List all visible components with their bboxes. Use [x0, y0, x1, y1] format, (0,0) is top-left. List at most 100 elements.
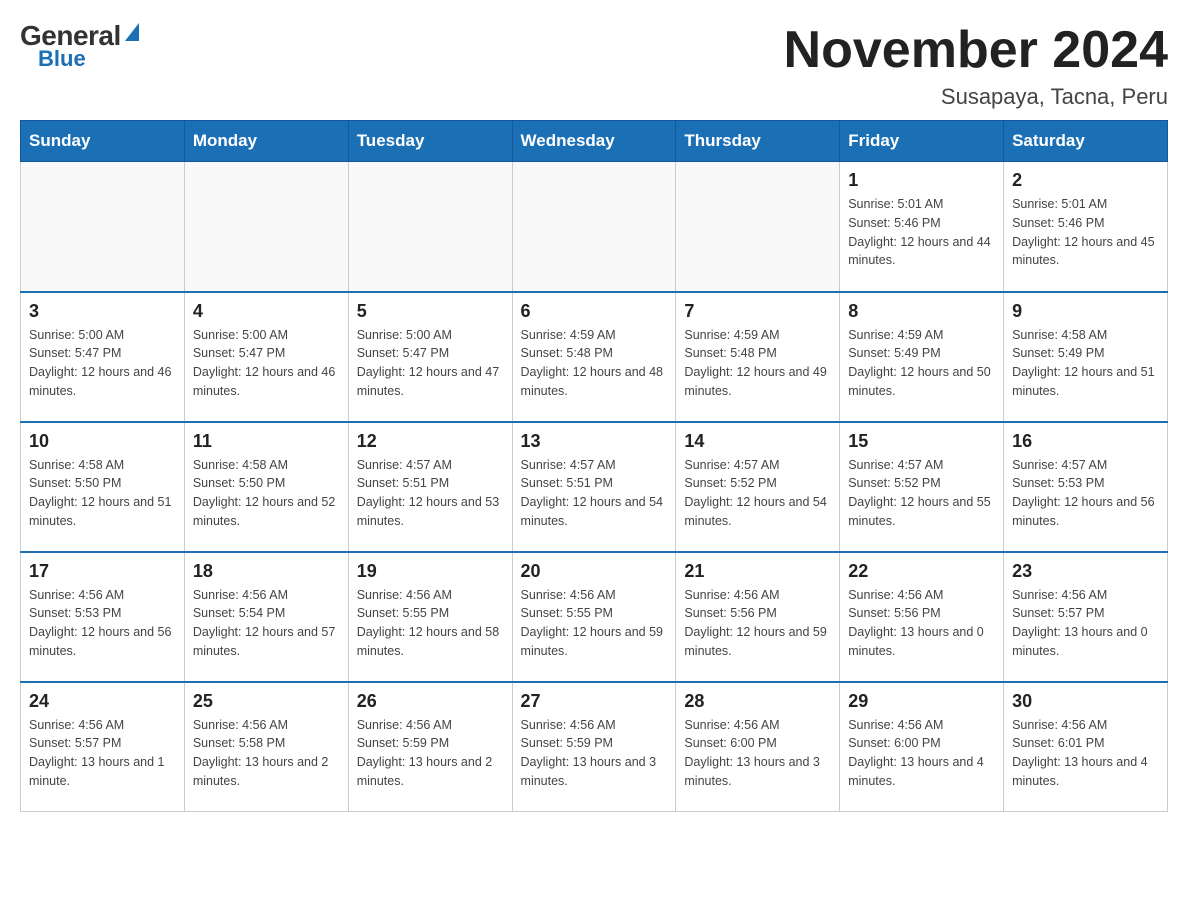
calendar-cell: 23 Sunrise: 4:56 AMSunset: 5:57 PMDayligh… [1004, 552, 1168, 682]
calendar-cell: 12 Sunrise: 4:57 AMSunset: 5:51 PMDayligh… [348, 422, 512, 552]
day-info: Sunrise: 5:00 AMSunset: 5:47 PMDaylight:… [357, 326, 504, 401]
calendar-cell: 2Sunrise: 5:01 AMSunset: 5:46 PMDaylight… [1004, 162, 1168, 292]
day-info: Sunrise: 4:57 AMSunset: 5:52 PMDaylight:… [684, 456, 831, 531]
day-number: 24 [29, 691, 176, 712]
day-number: 22 [848, 561, 995, 582]
day-number: 5 [357, 301, 504, 322]
day-info: Sunrise: 4:57 AMSunset: 5:52 PMDaylight:… [848, 456, 995, 531]
calendar-cell [348, 162, 512, 292]
logo: General Blue [20, 20, 139, 72]
day-number: 8 [848, 301, 995, 322]
column-header-tuesday: Tuesday [348, 121, 512, 162]
day-number: 17 [29, 561, 176, 582]
calendar-week-row: 3 Sunrise: 5:00 AMSunset: 5:47 PMDaylight… [21, 292, 1168, 422]
day-number: 14 [684, 431, 831, 452]
day-number: 6 [521, 301, 668, 322]
calendar-cell: 30 Sunrise: 4:56 AMSunset: 6:01 PMDayligh… [1004, 682, 1168, 812]
column-header-thursday: Thursday [676, 121, 840, 162]
day-number: 20 [521, 561, 668, 582]
logo-blue-text: Blue [38, 46, 86, 72]
calendar-cell: 8 Sunrise: 4:59 AMSunset: 5:49 PMDaylight… [840, 292, 1004, 422]
day-number: 1 [848, 170, 995, 191]
calendar-cell: 28Sunrise: 4:56 AMSunset: 6:00 PMDayligh… [676, 682, 840, 812]
day-number: 30 [1012, 691, 1159, 712]
calendar-cell: 15 Sunrise: 4:57 AMSunset: 5:52 PMDayligh… [840, 422, 1004, 552]
day-info: Sunrise: 4:59 AMSunset: 5:48 PMDaylight:… [684, 326, 831, 401]
day-info: Sunrise: 4:56 AMSunset: 5:59 PMDaylight:… [521, 716, 668, 791]
day-number: 18 [193, 561, 340, 582]
day-info: Sunrise: 4:56 AMSunset: 5:59 PMDaylight:… [357, 716, 504, 791]
day-number: 19 [357, 561, 504, 582]
title-section: November 2024 Susapaya, Tacna, Peru [784, 20, 1168, 110]
calendar-cell: 6 Sunrise: 4:59 AMSunset: 5:48 PMDaylight… [512, 292, 676, 422]
calendar-cell: 3 Sunrise: 5:00 AMSunset: 5:47 PMDaylight… [21, 292, 185, 422]
day-info: Sunrise: 4:56 AMSunset: 5:54 PMDaylight:… [193, 586, 340, 661]
calendar-cell: 7 Sunrise: 4:59 AMSunset: 5:48 PMDaylight… [676, 292, 840, 422]
calendar-cell [21, 162, 185, 292]
calendar-cell: 26 Sunrise: 4:56 AMSunset: 5:59 PMDayligh… [348, 682, 512, 812]
day-info: Sunrise: 4:59 AMSunset: 5:49 PMDaylight:… [848, 326, 995, 401]
logo-triangle-icon [125, 23, 139, 41]
calendar-week-row: 1 Sunrise: 5:01 AMSunset: 5:46 PMDaylight… [21, 162, 1168, 292]
day-info: Sunrise: 4:56 AMSunset: 5:57 PMDaylight:… [1012, 586, 1159, 661]
day-number: 28 [684, 691, 831, 712]
calendar-cell: 19 Sunrise: 4:56 AMSunset: 5:55 PMDayligh… [348, 552, 512, 682]
calendar-cell: 21 Sunrise: 4:56 AMSunset: 5:56 PMDayligh… [676, 552, 840, 682]
day-info: Sunrise: 4:56 AMSunset: 5:57 PMDaylight:… [29, 716, 176, 791]
day-number: 3 [29, 301, 176, 322]
calendar-cell: 22 Sunrise: 4:56 AMSunset: 5:56 PMDayligh… [840, 552, 1004, 682]
day-info: Sunrise: 4:58 AMSunset: 5:50 PMDaylight:… [193, 456, 340, 531]
day-number: 23 [1012, 561, 1159, 582]
calendar-cell: 25 Sunrise: 4:56 AMSunset: 5:58 PMDayligh… [184, 682, 348, 812]
column-header-friday: Friday [840, 121, 1004, 162]
day-number: 9 [1012, 301, 1159, 322]
day-info: Sunrise: 4:56 AMSunset: 5:56 PMDaylight:… [684, 586, 831, 661]
calendar-cell: 1Sunrise: 5:01 AMSunset: 5:46 PMDaylight… [840, 162, 1004, 292]
day-number: 4 [193, 301, 340, 322]
calendar-header-row: SundayMondayTuesdayWednesdayThursdayFrid… [21, 121, 1168, 162]
calendar-week-row: 24 Sunrise: 4:56 AMSunset: 5:57 PMDayligh… [21, 682, 1168, 812]
calendar-cell: 27 Sunrise: 4:56 AMSunset: 5:59 PMDayligh… [512, 682, 676, 812]
calendar-cell: 10 Sunrise: 4:58 AMSunset: 5:50 PMDayligh… [21, 422, 185, 552]
column-header-sunday: Sunday [21, 121, 185, 162]
column-header-monday: Monday [184, 121, 348, 162]
calendar-cell: 20Sunrise: 4:56 AMSunset: 5:55 PMDayligh… [512, 552, 676, 682]
day-info: Sunrise: 5:00 AMSunset: 5:47 PMDaylight:… [193, 326, 340, 401]
day-number: 25 [193, 691, 340, 712]
day-info: Sunrise: 4:57 AMSunset: 5:51 PMDaylight:… [357, 456, 504, 531]
calendar-cell: 16Sunrise: 4:57 AMSunset: 5:53 PMDayligh… [1004, 422, 1168, 552]
day-info: Sunrise: 5:01 AMSunset: 5:46 PMDaylight:… [1012, 195, 1159, 270]
calendar-cell: 11Sunrise: 4:58 AMSunset: 5:50 PMDayligh… [184, 422, 348, 552]
day-info: Sunrise: 4:58 AMSunset: 5:50 PMDaylight:… [29, 456, 176, 531]
day-number: 7 [684, 301, 831, 322]
day-number: 15 [848, 431, 995, 452]
calendar-cell: 9Sunrise: 4:58 AMSunset: 5:49 PMDaylight… [1004, 292, 1168, 422]
day-info: Sunrise: 4:56 AMSunset: 5:55 PMDaylight:… [357, 586, 504, 661]
calendar-cell: 5 Sunrise: 5:00 AMSunset: 5:47 PMDaylight… [348, 292, 512, 422]
page-header: General Blue November 2024 Susapaya, Tac… [20, 20, 1168, 110]
day-number: 21 [684, 561, 831, 582]
day-info: Sunrise: 4:56 AMSunset: 6:01 PMDaylight:… [1012, 716, 1159, 791]
calendar-cell [184, 162, 348, 292]
day-info: Sunrise: 4:56 AMSunset: 5:53 PMDaylight:… [29, 586, 176, 661]
calendar-cell [676, 162, 840, 292]
calendar-week-row: 10 Sunrise: 4:58 AMSunset: 5:50 PMDayligh… [21, 422, 1168, 552]
day-info: Sunrise: 4:57 AMSunset: 5:51 PMDaylight:… [521, 456, 668, 531]
day-info: Sunrise: 5:00 AMSunset: 5:47 PMDaylight:… [29, 326, 176, 401]
day-number: 16 [1012, 431, 1159, 452]
day-number: 27 [521, 691, 668, 712]
calendar-cell: 13Sunrise: 4:57 AMSunset: 5:51 PMDayligh… [512, 422, 676, 552]
day-info: Sunrise: 4:56 AMSunset: 5:58 PMDaylight:… [193, 716, 340, 791]
day-number: 10 [29, 431, 176, 452]
calendar-cell: 29Sunrise: 4:56 AMSunset: 6:00 PMDayligh… [840, 682, 1004, 812]
calendar-cell: 18 Sunrise: 4:56 AMSunset: 5:54 PMDayligh… [184, 552, 348, 682]
calendar-cell: 17 Sunrise: 4:56 AMSunset: 5:53 PMDayligh… [21, 552, 185, 682]
day-info: Sunrise: 4:56 AMSunset: 5:56 PMDaylight:… [848, 586, 995, 661]
calendar-cell [512, 162, 676, 292]
day-info: Sunrise: 4:59 AMSunset: 5:48 PMDaylight:… [521, 326, 668, 401]
day-number: 26 [357, 691, 504, 712]
calendar-cell: 24 Sunrise: 4:56 AMSunset: 5:57 PMDayligh… [21, 682, 185, 812]
day-number: 12 [357, 431, 504, 452]
column-header-saturday: Saturday [1004, 121, 1168, 162]
calendar-week-row: 17 Sunrise: 4:56 AMSunset: 5:53 PMDayligh… [21, 552, 1168, 682]
